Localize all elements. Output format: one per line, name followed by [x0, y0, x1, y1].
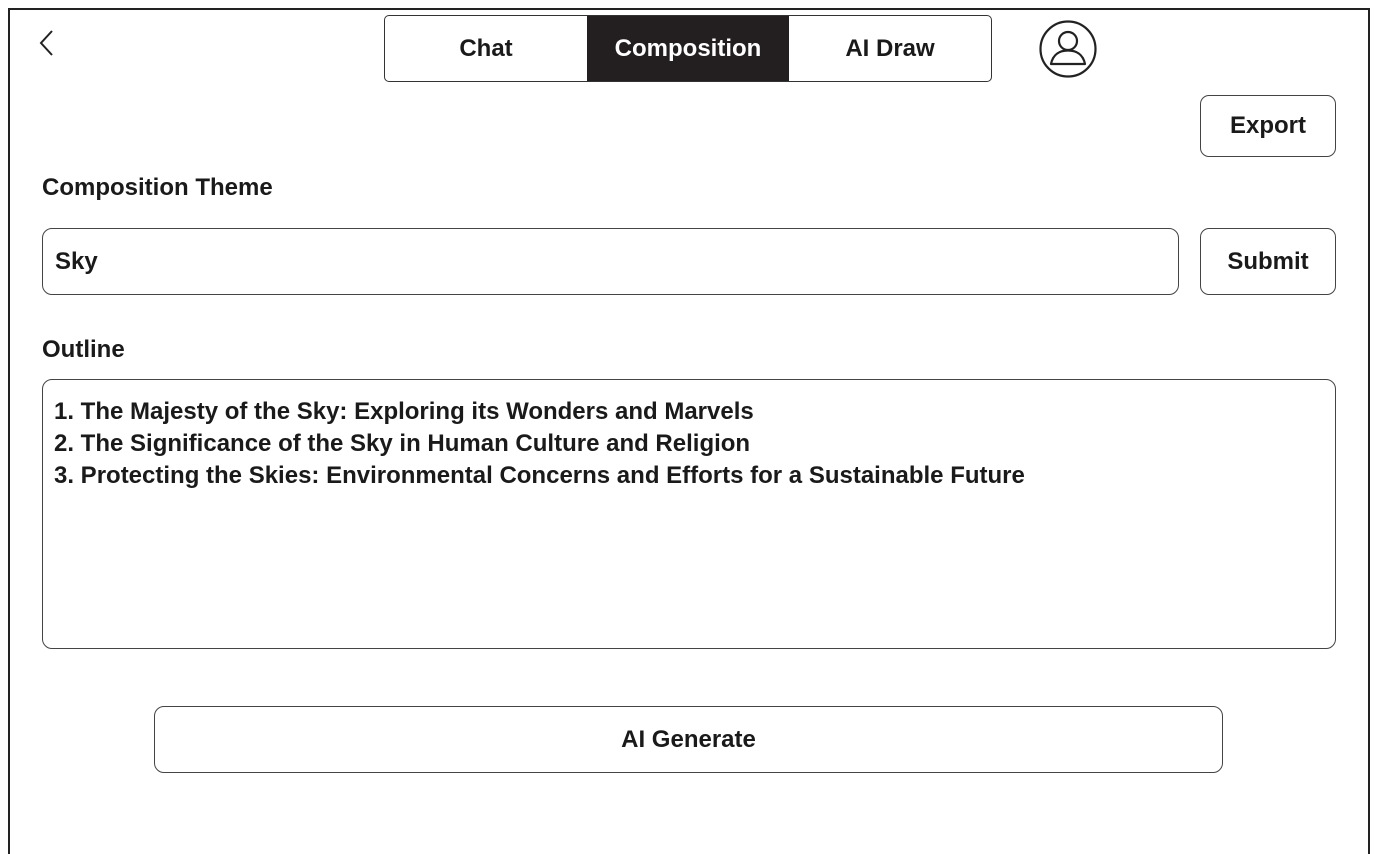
tab-composition[interactable]: Composition	[587, 16, 789, 81]
mode-tab-bar: Chat Composition AI Draw	[384, 15, 992, 82]
tab-ai-draw[interactable]: AI Draw	[789, 16, 991, 81]
composition-theme-input[interactable]: Sky	[42, 228, 1179, 295]
outline-item: 1. The Majesty of the Sky: Exploring its…	[54, 398, 754, 425]
export-button[interactable]: Export	[1200, 95, 1336, 157]
outline-label: Outline	[42, 336, 125, 363]
outline-item: 3. Protecting the Skies: Environmental C…	[54, 462, 1025, 489]
composition-theme-value: Sky	[55, 247, 98, 275]
back-button[interactable]	[34, 28, 60, 60]
tab-chat[interactable]: Chat	[385, 16, 587, 81]
user-avatar-button[interactable]	[1038, 19, 1098, 79]
user-profile-icon	[1039, 20, 1097, 78]
chevron-left-icon	[39, 30, 53, 56]
submit-button[interactable]: Submit	[1200, 228, 1336, 295]
outline-item: 2. The Significance of the Sky in Human …	[54, 430, 751, 457]
composition-theme-label: Composition Theme	[42, 174, 273, 201]
outline-textarea[interactable]: 1. The Majesty of the Sky: Exploring its…	[42, 379, 1336, 649]
ai-generate-button[interactable]: AI Generate	[154, 706, 1223, 773]
